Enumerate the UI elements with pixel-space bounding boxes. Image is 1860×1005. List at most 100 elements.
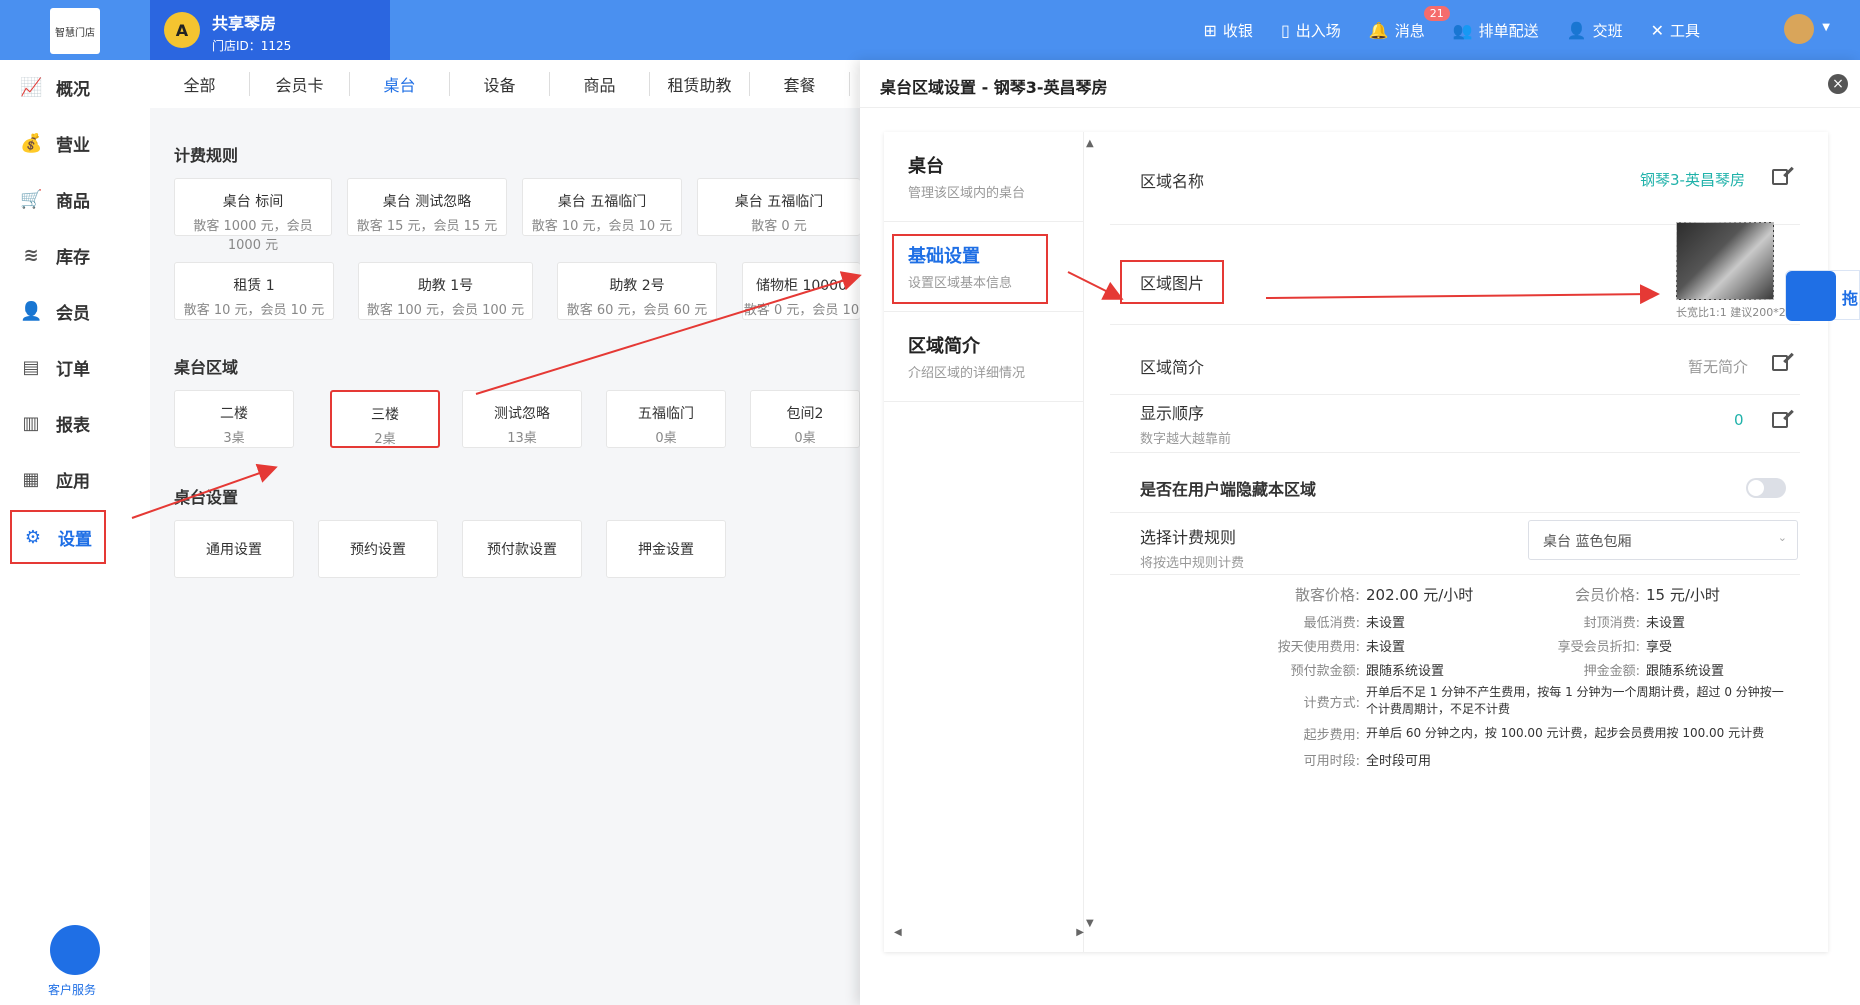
deposit-settings-card[interactable]: 押金设置	[606, 520, 726, 578]
divider	[1110, 452, 1800, 453]
dispatch-button[interactable]: 👥 排单配送	[1453, 20, 1539, 41]
billing-rule-card[interactable]: 租赁 1 散客 10 元，会员 10 元	[174, 262, 334, 320]
sidebar-item-members[interactable]: 👤 会员	[10, 284, 106, 338]
close-icon[interactable]: ×	[1828, 74, 1848, 94]
booking-settings-card[interactable]: 预约设置	[318, 520, 438, 578]
message-count-badge: 21	[1423, 5, 1450, 21]
drawer-body: 桌台 管理该区域内的桌台 基础设置 设置区域基本信息 区域简介 介绍区域的详细情况 ▲…	[884, 132, 1828, 952]
sidebar-item-apps[interactable]: ▦ 应用	[10, 452, 106, 506]
tab-all[interactable]: 全部	[150, 72, 250, 96]
image-size-note: 长宽比1:1 建议200*200	[1676, 306, 1800, 319]
store-id: 门店ID：1125	[212, 39, 292, 53]
sidebar-item-inventory[interactable]: ≋ 库存	[10, 228, 106, 282]
divider	[1110, 574, 1800, 575]
user-icon: 👤	[20, 300, 43, 322]
area-settings-drawer: 桌台区域设置 - 钢琴3-英昌琴房 × 桌台 管理该区域内的桌台 基础设置 设置区域…	[860, 60, 1860, 1005]
main-content: 全部 会员卡 桌台 设备 商品 租赁助教 套餐 计费规则 桌台 标间 散客 100…	[150, 60, 860, 1005]
area-card[interactable]: 五福临门 0桌	[606, 390, 726, 448]
shift-button[interactable]: 👤 交班	[1567, 20, 1623, 41]
billing-rule-card[interactable]: 助教 2号 散客 60 元，会员 60 元	[557, 262, 717, 320]
drawer-title: 桌台区域设置 - 钢琴3-英昌琴房	[880, 78, 1108, 97]
highlight-box	[892, 234, 1048, 304]
billing-rule-card[interactable]: 桌台 五福临门 散客 10 元，会员 10 元	[522, 178, 682, 236]
sidebar-item-settings[interactable]: ⚙ 设置	[10, 510, 106, 564]
chart-icon: 📈	[20, 76, 43, 98]
general-settings-card[interactable]: 通用设置	[174, 520, 294, 578]
tab-member-card[interactable]: 会员卡	[250, 72, 350, 96]
bell-icon: 🔔	[1368, 20, 1389, 40]
hide-area-toggle[interactable]	[1746, 478, 1786, 498]
area-name-value: 钢琴3-英昌琴房	[1640, 171, 1745, 189]
tools-button[interactable]: ✕ 工具	[1651, 20, 1700, 41]
area-card-selected[interactable]: 三楼 2桌	[330, 390, 440, 448]
billing-rule-card[interactable]: 桌台 五福临门 散客 0 元	[697, 178, 860, 236]
billing-rule-card[interactable]: 桌台 测试忽略 散客 15 元，会员 15 元	[347, 178, 507, 236]
floating-action-button[interactable]: 拖	[1785, 270, 1860, 321]
bar-chart-icon: ▥	[22, 412, 40, 434]
billing-rule-card[interactable]: 储物柜 10000 散客 0 元，会员 10	[742, 262, 860, 320]
horizontal-scrollbar[interactable]: ◀ ▶	[894, 927, 1084, 941]
entry-exit-button[interactable]: ▯ 出入场	[1281, 20, 1341, 41]
logo[interactable]: 智慧门店	[50, 8, 100, 54]
edit-icon[interactable]	[1772, 412, 1788, 428]
nav-item-tables[interactable]: 桌台 管理该区域内的桌台	[884, 132, 1084, 222]
basic-settings-form: 区域名称 钢琴3-英昌琴房 区域图片 长宽比1:1 建议200*200 区域简介…	[1110, 132, 1828, 952]
billing-mode-value-line1: 开单后不足 1 分钟不产生费用，按每 1 分钟为一个周期计费，超过 0 分钟按一	[1366, 685, 1784, 699]
prepay-settings-card[interactable]: 预付款设置	[462, 520, 582, 578]
scroll-up-icon[interactable]: ▲	[1086, 138, 1094, 149]
billing-mode-value-line2: 个计费周期计，不足不计费	[1366, 702, 1511, 716]
chevron-down-icon[interactable]: ▼	[1822, 22, 1830, 33]
user-switch-icon: 👤	[1566, 20, 1587, 40]
sidebar-item-business[interactable]: 💰 营业	[10, 116, 106, 170]
display-order-value: 0	[1734, 411, 1744, 429]
area-card[interactable]: 包间2 0桌	[750, 390, 860, 448]
sidebar-item-orders[interactable]: ▤ 订单	[10, 340, 106, 394]
cloud-icon	[1786, 271, 1836, 321]
vertical-scrollbar[interactable]: ▲ ▼	[1084, 132, 1098, 932]
guest-price-key: 散客价格:	[1294, 586, 1360, 604]
scroll-right-icon[interactable]: ▶	[1076, 927, 1084, 938]
billing-rule-hint: 将按选中规则计费	[1140, 556, 1245, 571]
area-image-thumbnail[interactable]	[1676, 222, 1774, 300]
billing-mode-key: 计费方式:	[1303, 696, 1360, 711]
edit-icon[interactable]	[1772, 355, 1788, 371]
available-time-value: 全时段可用	[1366, 754, 1432, 769]
billing-rule-card[interactable]: 助教 1号 散客 100 元，会员 100 元	[358, 262, 533, 320]
sidebar-item-overview[interactable]: 📈 概况	[10, 60, 106, 114]
cashier-button[interactable]: ⊞ 收银	[1204, 20, 1253, 41]
billing-rule-card[interactable]: 桌台 标间 散客 1000 元，会员 1000 元	[174, 178, 332, 253]
tab-tables[interactable]: 桌台	[350, 72, 450, 96]
min-consume-value: 未设置	[1366, 616, 1406, 631]
display-order-hint: 数字越大越靠前	[1140, 432, 1232, 447]
sidebar-item-goods[interactable]: 🛒 商品	[10, 172, 106, 226]
nav-item-area-intro[interactable]: 区域简介 介绍区域的详细情况	[884, 312, 1084, 402]
scroll-left-icon[interactable]: ◀	[894, 927, 902, 938]
display-order-label: 显示顺序	[1140, 404, 1205, 423]
customer-service-label[interactable]: 客户服务	[48, 981, 96, 998]
store-name: 共享琴房	[212, 14, 277, 33]
area-card[interactable]: 测试忽略 13桌	[462, 390, 582, 448]
daily-fee-key: 按天使用费用:	[1277, 640, 1360, 655]
prepay-value: 跟随系统设置	[1366, 664, 1445, 679]
headset-icon[interactable]	[50, 925, 100, 975]
deposit-value: 跟随系统设置	[1646, 664, 1725, 679]
area-image-label: 区域图片	[1120, 260, 1225, 304]
gear-icon: ⚙	[24, 526, 42, 548]
sidebar-item-reports[interactable]: ▥ 报表	[10, 396, 106, 450]
tab-rental-coach[interactable]: 租赁助教	[650, 72, 750, 96]
drawer-nav: 桌台 管理该区域内的桌台 基础设置 设置区域基本信息 区域简介 介绍区域的详细情况	[884, 132, 1084, 952]
edit-icon[interactable]	[1772, 169, 1788, 185]
tab-packages[interactable]: 套餐	[750, 72, 850, 96]
tab-devices[interactable]: 设备	[450, 72, 550, 96]
billing-rule-select[interactable]: 桌台 蓝色包厢 ⌄	[1528, 520, 1798, 560]
area-card[interactable]: 二楼 3桌	[174, 390, 294, 448]
start-fee-key: 起步费用:	[1303, 728, 1360, 743]
top-actions: ⊞ 收银 ▯ 出入场 🔔 消息 21 👥 排单配送 👤 交班 ✕ 工具	[1204, 0, 1700, 60]
scroll-down-icon[interactable]: ▼	[1086, 918, 1094, 929]
top-bar: 智慧门店 A 共享琴房 门店ID：1125 ⊞ 收银 ▯ 出入场 🔔 消息 21 👥 排单…	[0, 0, 1860, 60]
tab-goods[interactable]: 商品	[550, 72, 650, 96]
store-switcher[interactable]: A 共享琴房 门店ID：1125	[150, 0, 390, 60]
messages-button[interactable]: 🔔 消息 21	[1368, 5, 1450, 41]
user-avatar[interactable]	[1784, 14, 1814, 44]
door-icon: ▯	[1280, 20, 1290, 40]
